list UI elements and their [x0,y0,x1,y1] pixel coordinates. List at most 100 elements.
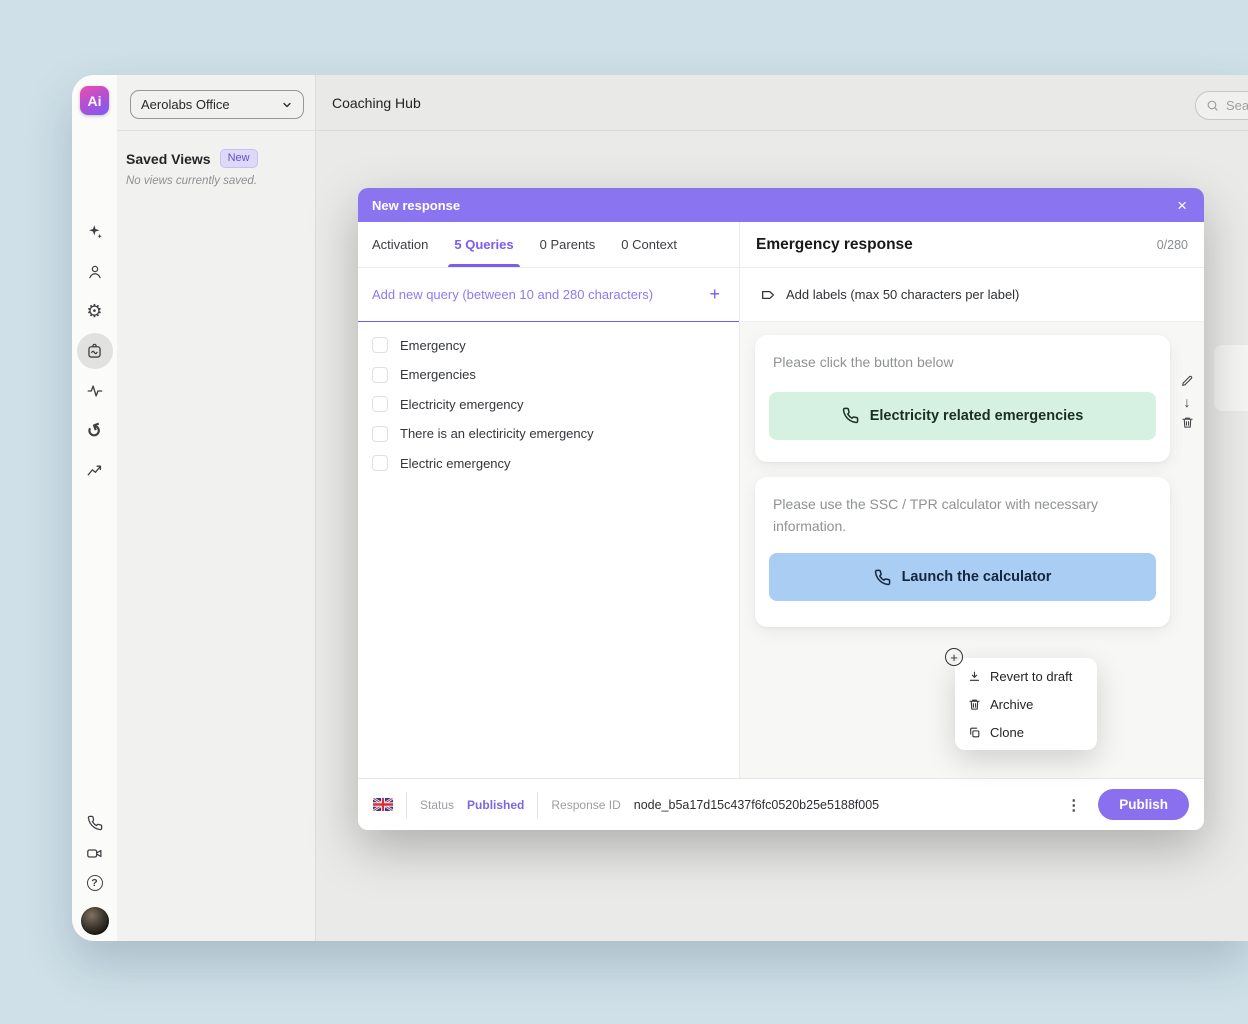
button-label: Launch the calculator [902,569,1052,585]
rail-item-phone[interactable] [72,813,117,833]
add-response-button[interactable]: + [945,648,963,666]
plus-icon: + [950,651,958,664]
sidebar-item-analytics[interactable] [72,461,117,481]
modal-title: New response [372,198,460,213]
page-title: Coaching Hub [332,95,421,111]
sidebar-item-settings[interactable]: ⚙ [72,301,117,321]
icon-rail: Ai ⚙ [72,75,117,941]
query-label: There is an electiricity emergency [400,426,594,441]
query-row: Electricity emergency [372,396,725,412]
app-logo[interactable]: Ai [80,86,109,115]
trend-up-icon [86,462,104,480]
response-header: Emergency response 0/280 [740,222,1204,268]
query-label: Emergencies [400,367,476,382]
query-row: Emergency [372,337,725,353]
uk-flag-icon [373,798,393,811]
status-label: Status [420,798,454,812]
query-checkbox[interactable] [372,455,388,471]
trash-icon[interactable] [1181,416,1194,429]
query-label: Electric emergency [400,456,511,471]
status-value: Published [467,798,524,812]
response-id-value: node_b5a17d15c437f6fc0520b25e5188f005 [634,798,879,812]
active-item-highlight [77,333,113,369]
help-icon: ? [87,875,103,891]
coaching-tag-icon [85,342,104,361]
menu-item-label: Clone [990,725,1024,740]
edit-pencil-icon[interactable] [1180,374,1194,388]
phone-icon [87,815,103,831]
person-icon [86,263,104,281]
new-badge: New [220,149,258,168]
modal-footer: Status Published Response ID node_b5a17d… [358,778,1204,830]
phone-icon [874,569,891,586]
search-icon [1206,99,1219,112]
add-labels-placeholder: Add labels (max 50 characters per label) [786,287,1019,302]
search-input[interactable]: Search [1195,91,1248,120]
app-logo-text: Ai [88,93,102,109]
close-icon[interactable]: × [1174,197,1190,214]
saved-views-section: Saved Views New No views currently saved… [117,131,315,187]
overflow-menu-icon[interactable]: ⋮ [1062,796,1085,814]
add-query-button[interactable]: + [704,284,725,305]
sidebar-item-contacts[interactable] [72,262,117,282]
tab-context[interactable]: 0 Context [621,222,677,267]
topbar: Coaching Hub [316,75,1248,131]
sidebar-panel: Aerolabs Office Saved Views New No views… [117,75,316,941]
copy-icon [968,726,981,739]
menu-item-label: Revert to draft [990,669,1072,684]
workspace-select[interactable]: Aerolabs Office [130,90,304,119]
saved-views-title: Saved Views [126,151,211,167]
sidebar-item-assistant[interactable] [72,222,117,242]
launch-calculator-button[interactable]: Launch the calculator [769,553,1156,601]
tab-queries[interactable]: 5 Queries [454,222,513,267]
response-column: Emergency response 0/280 Add labels (max… [740,222,1204,778]
tab-activation[interactable]: Activation [372,222,428,267]
modal-header: New response × [358,188,1204,222]
phone-icon [842,407,859,424]
card-prompt: Please click the button below [769,352,1156,374]
response-card: Please click the button below Electricit… [755,335,1170,462]
modal-body: Activation 5 Queries 0 Parents 0 Context… [358,222,1204,778]
move-down-icon[interactable]: ↓ [1184,395,1191,409]
trash-icon [968,698,981,711]
workspace-select-value: Aerolabs Office [141,97,230,112]
modal-tabs: Activation 5 Queries 0 Parents 0 Context [358,222,739,268]
history-icon: ↺ [84,420,104,442]
sidebar-item-activity[interactable] [72,381,117,401]
chevron-down-icon [281,99,293,111]
add-labels-input[interactable]: Add labels (max 50 characters per label) [740,268,1204,322]
gear-icon: ⚙ [86,302,102,320]
menu-item-archive[interactable]: Archive [955,690,1097,718]
query-checkbox[interactable] [372,367,388,383]
response-content: Please click the button below Electricit… [740,322,1204,778]
download-icon [968,670,981,683]
rail-item-video[interactable] [72,843,117,863]
saved-views-empty-text: No views currently saved. [126,175,306,187]
menu-item-label: Archive [990,697,1033,712]
user-menu[interactable] [72,907,117,935]
sidebar-item-history[interactable]: ↺ [72,421,117,441]
query-label: Emergency [400,338,466,353]
rail-item-help[interactable]: ? [72,873,117,893]
pulse-icon [86,382,104,400]
response-context-menu: Revert to draft Archive Cl [955,658,1097,750]
response-card: Please use the SSC / TPR calculator with… [755,477,1170,627]
query-checkbox[interactable] [372,396,388,412]
publish-button[interactable]: Publish [1098,789,1189,820]
add-query-input[interactable]: Add new query (between 10 and 280 charac… [358,268,739,322]
add-query-placeholder: Add new query (between 10 and 280 charac… [372,287,653,302]
query-checkbox[interactable] [372,426,388,442]
query-checkbox[interactable] [372,337,388,353]
background-panel-strip [1214,345,1248,411]
sidebar-item-coaching-hub[interactable] [72,333,117,369]
menu-item-revert-to-draft[interactable]: Revert to draft [955,662,1097,690]
screen: Ai ⚙ [0,0,1248,1024]
card-prompt: Please use the SSC / TPR calculator with… [769,494,1154,537]
response-title: Emergency response [756,236,913,254]
response-id-label: Response ID [551,798,620,812]
menu-item-clone[interactable]: Clone [955,718,1097,746]
video-camera-icon [86,845,103,862]
search-placeholder: Search [1226,98,1248,113]
tab-parents[interactable]: 0 Parents [540,222,596,267]
electricity-emergencies-button[interactable]: Electricity related emergencies [769,392,1156,440]
